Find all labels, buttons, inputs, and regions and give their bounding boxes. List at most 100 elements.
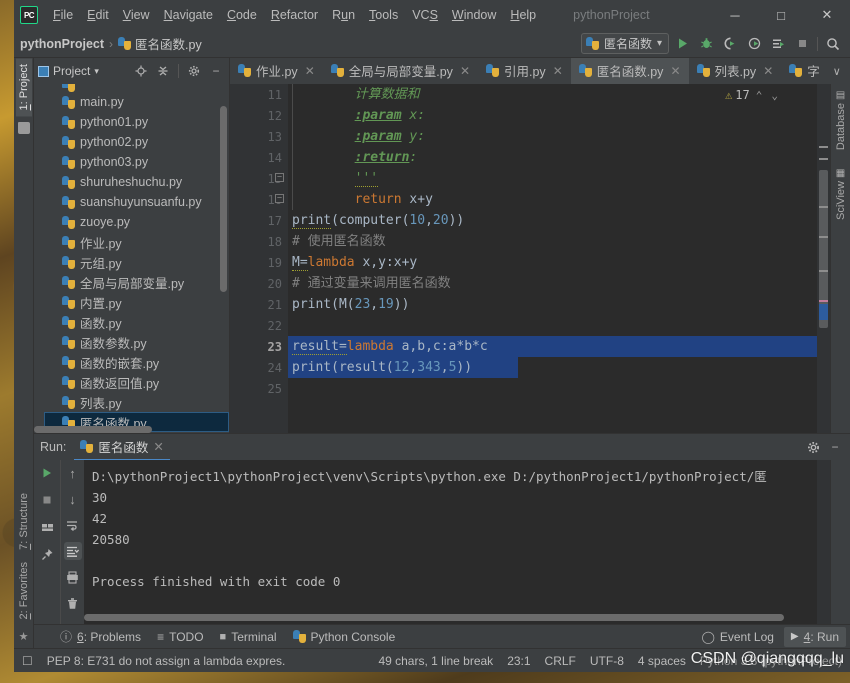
editor-gutter[interactable]: 11 12 13 14 15 16 17 18 19 20 21 [230, 84, 288, 433]
code-fold-icon[interactable]: ─ [275, 194, 284, 203]
status-caret-position[interactable]: 23:1 [507, 654, 530, 668]
editor-tab-5[interactable]: 字 [781, 58, 828, 84]
tree-item-6[interactable]: zuoye.py [44, 212, 229, 232]
menu-refactor[interactable]: Refactor [264, 5, 325, 25]
status-encoding[interactable]: UTF-8 [590, 654, 624, 668]
status-interpreter[interactable]: Python 3.8 (pythonProject) [700, 654, 842, 668]
debug-button[interactable] [695, 33, 717, 55]
menu-edit[interactable]: Edit [80, 5, 116, 25]
editor-tab-3-active[interactable]: 匿名函数.py ✕ [571, 58, 689, 84]
pin-tab-button[interactable] [38, 545, 56, 563]
clear-all-button[interactable] [64, 594, 82, 612]
tree-item-1[interactable]: python01.py [44, 112, 229, 132]
code-line-25[interactable] [288, 378, 817, 399]
down-the-stack-button[interactable]: ↓ [64, 490, 82, 508]
scroll-to-end-button[interactable] [64, 542, 82, 560]
hide-panel-icon[interactable]: − [207, 62, 225, 80]
print-button[interactable] [64, 568, 82, 586]
menu-window[interactable]: Window [445, 5, 503, 25]
code-line-21[interactable]: print(M(23,19)) [288, 294, 817, 315]
project-panel-title[interactable]: Project ▾ [38, 64, 99, 78]
lightbulb-icon[interactable] [300, 319, 311, 332]
run-with-coverage-button[interactable] [719, 33, 741, 55]
menu-file[interactable]: File [46, 5, 80, 25]
scroll-from-source-icon[interactable] [132, 62, 150, 80]
collapse-all-icon[interactable] [154, 62, 172, 80]
editor-tab-4[interactable]: 列表.py ✕ [689, 58, 782, 84]
tree-item-11[interactable]: 函数.py [44, 312, 229, 332]
search-everywhere-icon[interactable] [822, 33, 844, 55]
editor-tab-0[interactable]: 作业.py ✕ [230, 58, 323, 84]
hide-run-panel-icon[interactable]: − [826, 438, 844, 456]
project-tree-vertical-scrollbar[interactable] [220, 106, 227, 292]
code-line-22[interactable] [288, 315, 817, 336]
code-line-16[interactable]: return x+y [288, 189, 817, 210]
previous-problem-icon[interactable]: ⌃ [753, 89, 766, 102]
code-line-13[interactable]: :param y: [288, 126, 817, 147]
run-button[interactable] [671, 33, 693, 55]
run-settings-gear-icon[interactable] [804, 438, 822, 456]
project-file-tree[interactable]: main.py python01.py python02.py [34, 84, 229, 433]
bottom-tab-todo[interactable]: ≡ TODO [157, 630, 203, 644]
code-line-19[interactable]: M=lambda x,y:x+y [288, 252, 817, 273]
tree-item-12[interactable]: 函数参数.py [44, 332, 229, 352]
menu-code[interactable]: Code [220, 5, 264, 25]
menu-navigate[interactable]: Navigate [157, 5, 220, 25]
stop-button[interactable] [791, 33, 813, 55]
breadcrumb-project[interactable]: pythonProject [20, 37, 104, 51]
bottom-tab-run[interactable]: ▶ 4: Run [784, 627, 846, 647]
stop-process-button[interactable] [38, 491, 56, 509]
next-problem-icon[interactable]: ⌄ [768, 89, 781, 102]
editor-marker-scrollbar[interactable] [817, 84, 830, 433]
close-icon[interactable]: ✕ [670, 64, 680, 78]
code-line-15[interactable]: ''' [288, 168, 817, 189]
tree-item-4[interactable]: shuruheshuchu.py [44, 172, 229, 192]
code-line-18[interactable]: # 使用匿名函数 [288, 231, 817, 252]
close-icon[interactable]: ✕ [305, 64, 315, 78]
menu-help[interactable]: Help [503, 5, 543, 25]
tree-item-partial-top[interactable] [44, 84, 229, 92]
close-button[interactable]: ✕ [804, 0, 850, 30]
run-concurrency-button[interactable] [767, 33, 789, 55]
rerun-button[interactable] [38, 464, 56, 482]
tree-item-10[interactable]: 内置.py [44, 292, 229, 312]
database-tool-tab[interactable]: ▤ Database [835, 90, 847, 150]
breadcrumb-file[interactable]: 匿名函数.py [118, 34, 202, 53]
profile-button[interactable] [743, 33, 765, 55]
menu-vcs[interactable]: VCS [405, 5, 445, 25]
code-line-17[interactable]: print(computer(10,20)) [288, 210, 817, 231]
bottom-tab-python-console[interactable]: Python Console [293, 630, 396, 644]
editor-tab-2[interactable]: 引用.py ✕ [478, 58, 571, 84]
close-icon[interactable]: ✕ [460, 64, 470, 78]
code-text-area[interactable]: 计算数据和 :param x: :param y: :return: ''' r… [288, 84, 817, 433]
sidebar-item-project[interactable]: 1: Project [16, 58, 32, 116]
sidebar-item-favorites[interactable]: 2: Favorites [16, 556, 32, 625]
code-line-12[interactable]: :param x: [288, 105, 817, 126]
editor-tab-1[interactable]: 全局与局部变量.py ✕ [323, 58, 478, 84]
code-line-14[interactable]: :return: [288, 147, 817, 168]
tree-item-15[interactable]: 列表.py [44, 392, 229, 412]
soft-wrap-button[interactable] [64, 516, 82, 534]
inspection-status-widget[interactable]: ⚠ 17 ⌃ ⌄ [725, 88, 781, 102]
tree-item-3[interactable]: python03.py [44, 152, 229, 172]
code-line-20[interactable]: # 通过变量来调用匿名函数 [288, 273, 817, 294]
settings-gear-icon[interactable] [185, 62, 203, 80]
bottom-tab-terminal[interactable]: ■ Terminal [220, 630, 277, 644]
run-session-tab[interactable]: 匿名函数 ✕ [74, 434, 170, 461]
tree-item-13[interactable]: 函数的嵌套.py [44, 352, 229, 372]
menu-tools[interactable]: Tools [362, 5, 405, 25]
code-fold-icon[interactable]: ─ [275, 173, 284, 182]
inspection-widget-icon[interactable]: ☐ [22, 654, 33, 668]
bottom-tab-problems[interactable]: ⓘ 6: Problems [60, 628, 141, 645]
sidebar-item-structure[interactable]: 7: Structure [16, 487, 32, 556]
toggle-tasks-button[interactable] [38, 518, 56, 536]
close-icon[interactable]: ✕ [763, 64, 773, 78]
tree-item-2[interactable]: python02.py [44, 132, 229, 152]
tree-item-8[interactable]: 元组.py [44, 252, 229, 272]
menu-run[interactable]: Run [325, 5, 362, 25]
project-tree-horizontal-scrollbar[interactable] [34, 426, 152, 433]
status-line-separator[interactable]: CRLF [545, 654, 576, 668]
tree-item-7[interactable]: 作业.py [44, 232, 229, 252]
bottom-tab-event-log[interactable]: ◯ Event Log [701, 630, 773, 644]
run-console-output[interactable]: D:\pythonProject1\pythonProject\venv\Scr… [84, 460, 817, 624]
